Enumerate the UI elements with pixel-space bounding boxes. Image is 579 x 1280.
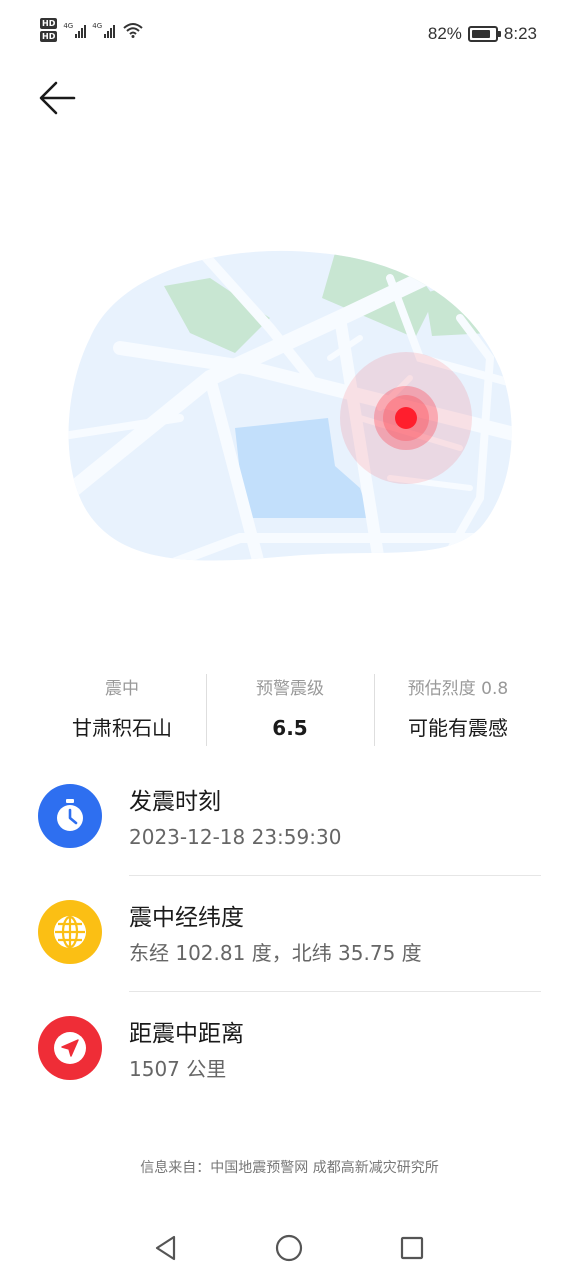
- battery-icon: [467, 26, 501, 42]
- signal-icon-2: 4G: [92, 22, 116, 38]
- divider: [129, 875, 541, 876]
- summary-intensity: 预估烈度 0.8 可能有震感: [374, 672, 542, 746]
- back-button[interactable]: [36, 78, 80, 118]
- status-bar-left: HD HD 4G 4G: [40, 18, 143, 42]
- network-type-1: 4G: [63, 22, 74, 30]
- park-area-3: [425, 278, 490, 336]
- stopwatch-icon: [38, 784, 102, 848]
- signal-icon-1: 4G: [63, 22, 87, 38]
- epicenter-label: 震中: [105, 679, 139, 699]
- quake-summary: 震中 甘肃积石山 预警震级 6.5 预估烈度 0.8 可能有震感: [38, 672, 542, 746]
- distance-title: 距震中距离: [129, 1021, 244, 1047]
- coords-title: 震中经纬度: [129, 905, 244, 931]
- time-value: 2023-12-18 23:59:30: [129, 825, 342, 849]
- earthquake-detail-screen: HD HD 4G 4G 82% 8:23 震中 甘肃积石山 预警震级 6.5 预…: [0, 0, 579, 1280]
- nav-recents-button[interactable]: [392, 1228, 432, 1268]
- coords-value: 东经 102.81 度，北纬 35.75 度: [129, 941, 422, 965]
- info-item-time: 发震时刻 2023-12-18 23:59:30: [0, 776, 579, 892]
- nav-home-button[interactable]: [269, 1228, 309, 1268]
- battery-level: [471, 30, 490, 38]
- info-item-distance: 距震中距离 1507 公里: [0, 1008, 579, 1124]
- battery-percent: 82%: [427, 24, 462, 43]
- home-circle-icon: [275, 1234, 303, 1262]
- wifi-icon: [123, 23, 143, 38]
- recents-square-icon: [400, 1236, 424, 1260]
- magnitude-label: 预警震级: [256, 679, 324, 699]
- back-triangle-icon: [155, 1235, 176, 1261]
- globe-icon: [38, 900, 102, 964]
- system-nav-bar: [0, 1218, 579, 1280]
- nav-back-button[interactable]: [146, 1228, 186, 1268]
- epicenter-dot: [395, 407, 417, 429]
- hd-badge-2: HD: [40, 31, 58, 42]
- quake-info-list: 发震时刻 2023-12-18 23:59:30 震中经纬度 东经 102.81…: [0, 776, 579, 1124]
- data-source-note: 信息来自：中国地震预警网 成都高新减灾研究所: [140, 1160, 439, 1176]
- distance-value: 1507 公里: [129, 1057, 227, 1081]
- navigation-arrow-icon: [38, 1016, 102, 1080]
- info-item-coords: 震中经纬度 东经 102.81 度，北纬 35.75 度: [0, 892, 579, 1008]
- hd-indicators: HD HD: [40, 18, 58, 42]
- magnitude-value: 6.5: [272, 716, 308, 740]
- epicenter-map: [68, 250, 512, 561]
- hd-badge-1: HD: [40, 18, 58, 29]
- network-type-2: 4G: [92, 22, 103, 30]
- summary-epicenter: 震中 甘肃积石山: [38, 672, 206, 746]
- divider: [129, 991, 541, 992]
- time-title: 发震时刻: [129, 789, 221, 815]
- epicenter-value: 甘肃积石山: [72, 716, 172, 740]
- back-arrow-icon: [39, 81, 76, 115]
- status-bar-right: 82% 8:23: [428, 24, 537, 44]
- summary-magnitude: 预警震级 6.5: [206, 672, 374, 746]
- intensity-value: 可能有震感: [408, 716, 508, 740]
- status-bar: HD HD 4G 4G 82% 8:23: [0, 0, 579, 68]
- clock: 8:23: [503, 24, 537, 43]
- intensity-label: 预估烈度 0.8: [407, 679, 509, 699]
